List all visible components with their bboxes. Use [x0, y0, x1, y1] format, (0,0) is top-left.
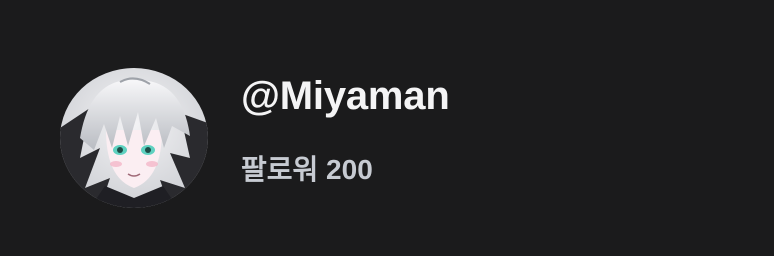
profile-card: @Miyaman 팔로워 200: [0, 0, 774, 256]
username[interactable]: @Miyaman: [241, 72, 450, 120]
avatar[interactable]: [60, 68, 208, 208]
follower-count[interactable]: 팔로워 200: [241, 152, 373, 188]
avatar-image: [60, 68, 208, 208]
